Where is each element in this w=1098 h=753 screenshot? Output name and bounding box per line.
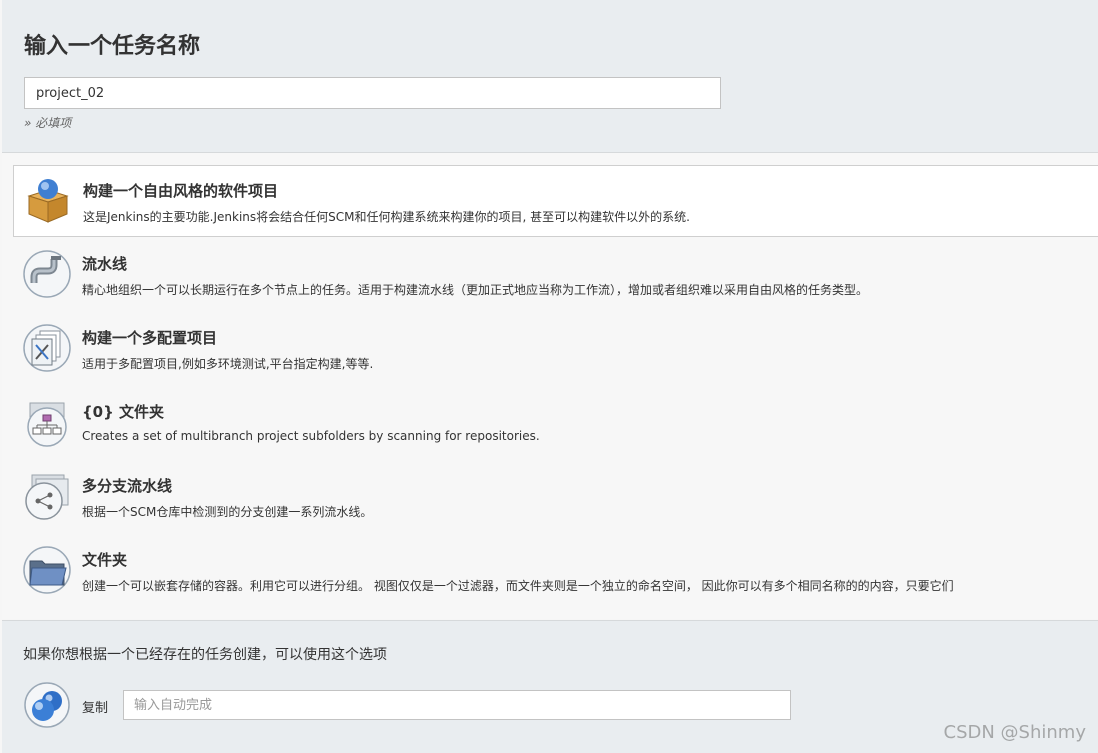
- item-type-multibranch-pipeline[interactable]: 多分支流水线 根据一个SCM仓库中检测到的分支创建一系列流水线。: [13, 461, 1098, 533]
- pipeline-icon: [22, 249, 72, 299]
- item-title: {0} 文件夹: [82, 403, 165, 421]
- item-title: 文件夹: [82, 551, 128, 569]
- item-title: 多分支流水线: [82, 477, 173, 495]
- copy-hint: 如果你想根据一个已经存在的任务创建，可以使用这个选项: [23, 647, 387, 663]
- item-description: Creates a set of multibranch project sub…: [82, 429, 540, 443]
- item-type-multi-config[interactable]: 构建一个多配置项目 适用于多配置项目,例如多环境测试,平台指定构建,等等.: [13, 313, 1098, 385]
- item-type-list: 构建一个自由风格的软件项目 这是Jenkins的主要功能.Jenkins将会结合…: [2, 153, 1098, 619]
- item-title: 流水线: [82, 255, 128, 273]
- item-type-pipeline[interactable]: 流水线 精心地组织一个可以长期运行在多个节点上的任务。适用于构建流水线（更加正式…: [13, 239, 1098, 311]
- required-hint: » 必填项: [24, 116, 72, 130]
- multi-config-icon: [22, 323, 72, 373]
- item-name-input[interactable]: [24, 77, 721, 109]
- copy-from-section: 如果你想根据一个已经存在的任务创建，可以使用这个选项 复制: [2, 620, 1098, 753]
- item-description: 适用于多配置项目,例如多环境测试,平台指定构建,等等.: [82, 357, 374, 371]
- org-folder-icon: [22, 397, 72, 447]
- item-description: 这是Jenkins的主要功能.Jenkins将会结合任何SCM和任何构建系统来构…: [83, 210, 690, 224]
- item-type-freestyle[interactable]: 构建一个自由风格的软件项目 这是Jenkins的主要功能.Jenkins将会结合…: [13, 165, 1098, 237]
- copy-job-icon: [23, 681, 71, 729]
- item-description: 创建一个可以嵌套存储的容器。利用它可以进行分组。 视图仅仅是一个过滤器，而文件夹…: [82, 579, 954, 593]
- item-description: 根据一个SCM仓库中检测到的分支创建一系列流水线。: [82, 505, 373, 519]
- copy-from-input[interactable]: [123, 690, 791, 720]
- page-title: 输入一个任务名称: [24, 34, 201, 59]
- item-title: 构建一个多配置项目: [82, 329, 218, 347]
- watermark: CSDN @Shinmy: [943, 722, 1086, 743]
- folder-icon: [22, 545, 72, 595]
- item-description: 精心地组织一个可以长期运行在多个节点上的任务。适用于构建流水线（更加正式地应当称…: [82, 283, 869, 297]
- copy-label: 复制: [82, 701, 109, 716]
- freestyle-box-icon: [23, 176, 73, 226]
- item-name-section: 输入一个任务名称 » 必填项: [2, 0, 1098, 153]
- item-title: 构建一个自由风格的软件项目: [83, 182, 279, 200]
- item-type-org-folder[interactable]: {0} 文件夹 Creates a set of multibranch pro…: [13, 387, 1098, 459]
- item-type-folder[interactable]: 文件夹 创建一个可以嵌套存储的容器。利用它可以进行分组。 视图仅仅是一个过滤器，…: [13, 535, 1098, 607]
- multibranch-icon: [22, 471, 72, 521]
